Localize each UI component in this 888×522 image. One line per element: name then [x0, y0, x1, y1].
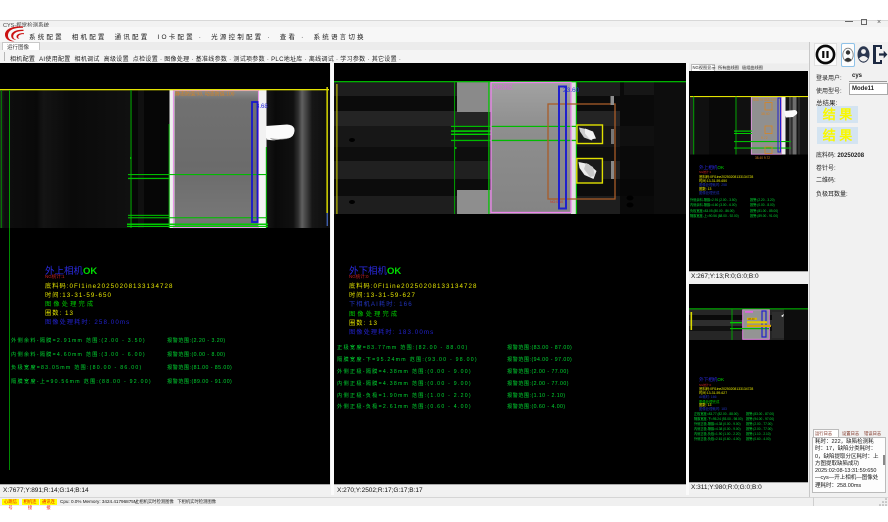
svg-text:NG:0.10: NG:0.10 [550, 200, 563, 204]
svg-text:38.40: 38.40 [761, 112, 770, 116]
svg-text:静态:93 动态:100: 静态:93 动态:100 [753, 97, 776, 102]
svg-text:AI检测区: AI检测区 [493, 84, 513, 91]
svg-text:23.60: 23.60 [563, 87, 580, 94]
svg-text:静态防值:93, 动态防值:100: 静态防值:93, 动态防值:100 [175, 91, 235, 98]
svg-text:38.40 9.72: 38.40 9.72 [755, 156, 770, 160]
svg-text:3.68: 3.68 [256, 104, 268, 110]
svg-text:38.40: 38.40 [748, 317, 755, 321]
svg-text:9.72: 9.72 [761, 136, 768, 140]
